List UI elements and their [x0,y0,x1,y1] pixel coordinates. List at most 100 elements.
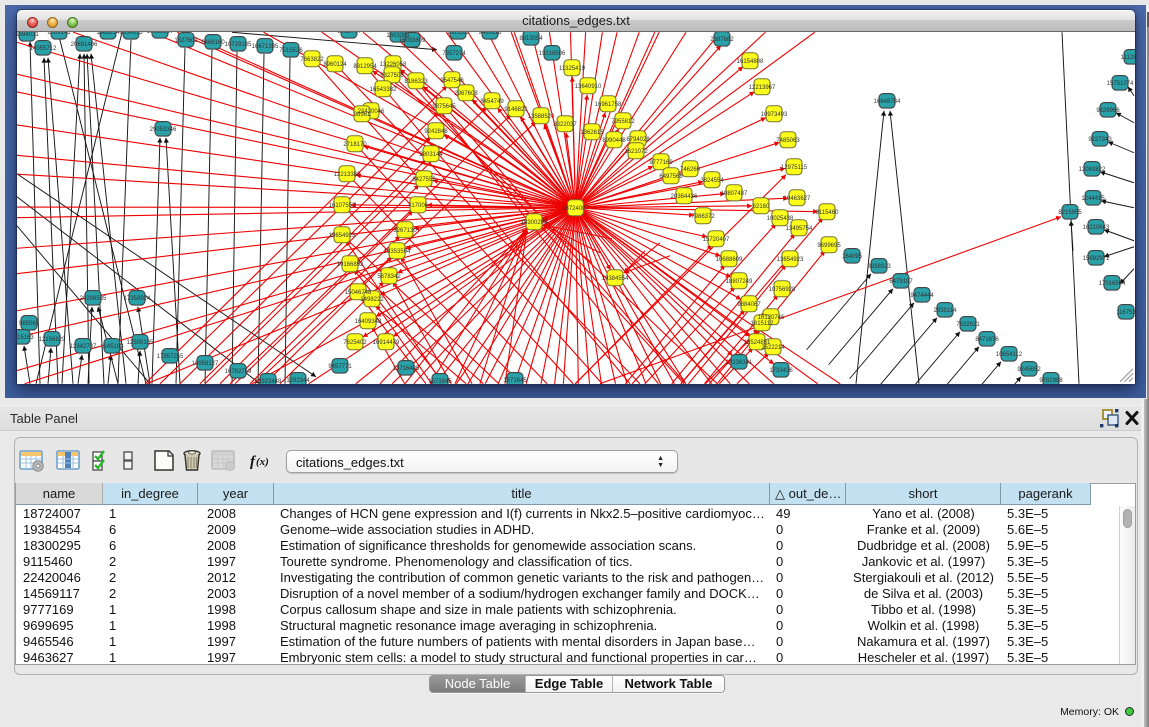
svg-text:9227343: 9227343 [1088,137,1112,143]
svg-text:7357274: 7357274 [442,51,466,57]
svg-text:2803144: 2803144 [419,152,443,158]
svg-text:13353594: 13353594 [384,249,411,255]
svg-text:8186323: 8186323 [404,79,428,85]
svg-text:1065532: 1065532 [446,32,470,36]
svg-text:746266: 746266 [680,167,701,173]
svg-text:16961758: 16961758 [595,102,622,108]
svg-text:3915163: 3915163 [17,335,34,341]
svg-text:10756928: 10756928 [769,287,796,293]
svg-text:13640910: 13640910 [575,84,602,90]
svg-text:2069141: 2069141 [47,32,71,36]
svg-text:16914479: 16914479 [373,340,400,346]
svg-text:2935114: 2935114 [934,308,958,314]
svg-text:19166852: 19166852 [337,262,364,268]
svg-text:12342737: 12342737 [70,344,97,350]
svg-text:7515526: 7515526 [279,48,303,54]
svg-text:17359924: 17359924 [124,296,151,302]
svg-text:19218506: 19218506 [539,51,566,57]
svg-text:13495754: 13495754 [786,226,813,232]
svg-text:9782988: 9782988 [1039,378,1063,384]
svg-text:16648784: 16648784 [874,99,901,105]
svg-text:17016504: 17016504 [1099,281,1126,287]
svg-text:6497568: 6497568 [659,174,683,180]
svg-text:3824554: 3824554 [700,178,724,184]
svg-text:9457771: 9457771 [328,364,352,370]
svg-text:9547546: 9547546 [440,78,464,84]
svg-text:3267130: 3267130 [393,228,417,234]
svg-text:12213383: 12213383 [334,172,361,178]
svg-text:1694031: 1694031 [17,32,39,38]
svg-text:8427552: 8427552 [412,177,436,183]
svg-text:8912704: 8912704 [337,32,361,35]
svg-text:10807487: 10807487 [721,191,748,197]
svg-text:19463627: 19463627 [784,196,811,202]
svg-text:8813054: 8813054 [519,36,543,42]
svg-text:13226058: 13226058 [380,62,407,68]
svg-text:12923448: 12923448 [255,379,282,384]
svg-text:1621072: 1621072 [624,149,648,155]
svg-text:15751074: 15751074 [1107,81,1134,87]
svg-text:15720407: 15720407 [703,237,730,243]
svg-text:20364436: 20364436 [671,194,698,200]
svg-text:6466160: 6466160 [201,40,225,46]
svg-text:16671385: 16671385 [252,44,279,50]
svg-text:5878342: 5878342 [377,274,401,280]
svg-text:8990448: 8990448 [602,138,626,144]
svg-text:9329966: 9329966 [1096,108,1120,114]
svg-text:9054613: 9054613 [119,32,143,36]
svg-text:7986372: 7986372 [691,214,715,220]
svg-text:13654923: 13654923 [777,257,804,263]
svg-text:19384554: 19384554 [602,276,629,282]
svg-text:12505135: 12505135 [127,340,154,346]
svg-text:12156829: 12156829 [39,337,66,343]
svg-text:985061: 985061 [19,321,40,327]
svg-text:12213967: 12213967 [749,85,776,91]
svg-text:1733426: 1733426 [769,368,793,374]
svg-text:1571645: 1571645 [428,379,452,384]
svg-text:8215955: 8215955 [1058,210,1082,216]
svg-text:9463118: 9463118 [479,32,503,36]
svg-text:13588520: 13588520 [528,114,555,120]
svg-text:14055712: 14055712 [30,46,57,52]
svg-text:8938923: 8938923 [867,264,891,270]
svg-text:12093822: 12093822 [1079,167,1106,173]
svg-text:9146821: 9146821 [504,107,528,113]
svg-text:9245652: 9245652 [1017,367,1041,373]
svg-text:20691406: 20691406 [71,42,98,48]
svg-text:1615112: 1615112 [751,321,775,327]
svg-text:1671645: 1671645 [503,378,527,384]
svg-text:16782759: 16782759 [225,369,252,375]
svg-text:9884067: 9884067 [737,302,761,308]
svg-text:8960124: 8960124 [323,62,347,68]
svg-text:16210643: 16210643 [1083,225,1110,231]
svg-text:1527602: 1527602 [174,38,198,44]
svg-text:1112803: 1112803 [1121,55,1135,61]
svg-text:9699695: 9699695 [817,243,841,249]
svg-text:10958127: 10958127 [192,361,219,367]
svg-text:14136141: 14136141 [726,360,753,366]
svg-text:16154808: 16154808 [737,59,764,65]
svg-text:15046748: 15046748 [345,290,372,296]
svg-text:12975115: 12975115 [781,165,808,171]
svg-text:7625402: 7625402 [343,340,367,346]
svg-text:17957255: 17957255 [157,354,184,360]
svg-text:19654923: 19654923 [329,233,356,239]
svg-text:(x): (x) [256,456,269,468]
svg-text:9242848: 9242848 [424,129,448,135]
svg-text:13716485: 13716485 [393,366,420,372]
svg-text:16543382: 16543382 [370,87,397,93]
svg-text:7485063: 7485063 [776,138,800,144]
svg-text:9327508: 9327508 [380,73,404,79]
svg-text:16409348: 16409348 [355,319,382,325]
svg-text:8471676: 8471676 [975,337,999,343]
svg-text:2522214: 2522214 [761,345,785,351]
svg-text:1145193: 1145193 [101,344,125,350]
svg-text:1244415: 1244415 [1081,196,1105,202]
svg-text:10688609: 10688609 [716,257,743,263]
svg-text:10654112: 10654112 [996,352,1023,358]
svg-text:10025438: 10025438 [767,216,794,222]
svg-text:2967608: 2967608 [454,91,478,97]
svg-text:29053346: 29053346 [150,127,177,133]
svg-text:15692971: 15692971 [1083,256,1110,262]
svg-text:20206535: 20206535 [80,296,107,302]
